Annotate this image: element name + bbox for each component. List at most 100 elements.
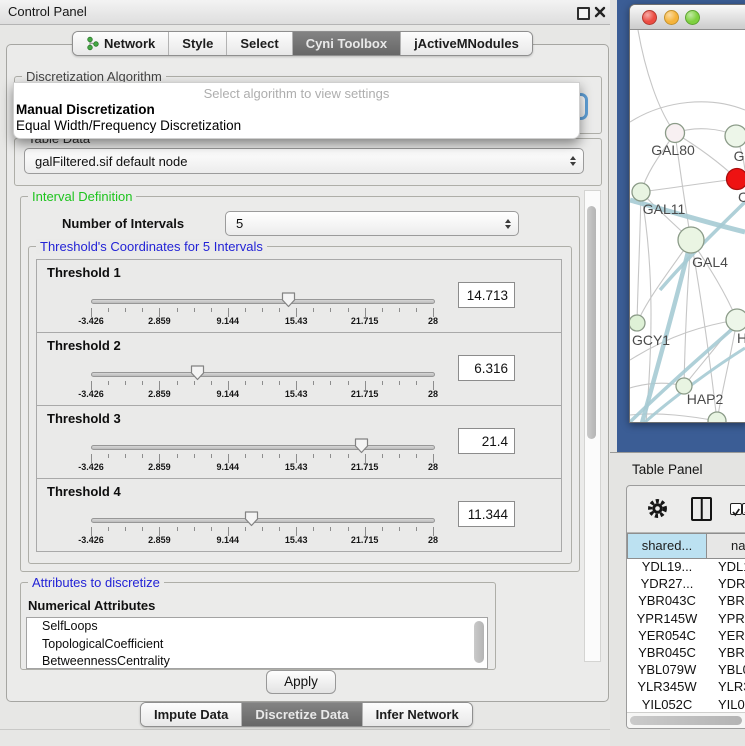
slider-thumb[interactable] [354,437,369,459]
network-node[interactable] [726,309,745,331]
table-cell[interactable]: YBL079W [627,662,707,679]
column-header-shared[interactable]: shared... [627,533,707,559]
table-cell[interactable]: YDL19 [707,559,745,576]
table-panel-window: shared...name YDL19...YDL19YDR27...YDR27… [626,485,745,729]
table-cell[interactable]: YBR04 [707,645,745,662]
table-data-combobox[interactable]: galFiltered.sif default node [24,148,584,174]
close-icon[interactable] [594,6,606,18]
tab-label: Style [182,36,213,51]
tab-label: Cyni Toolbox [306,36,387,51]
slider-tick-labels: -3.4262.8599.14415.4321.71528 [91,462,433,473]
network-node[interactable] [708,412,726,422]
bottom-divider [0,729,610,730]
slider-track[interactable] [91,299,435,304]
num-intervals-combobox[interactable]: 5 [225,211,519,236]
combo-arrows-icon [570,156,576,166]
zoom-traffic-light-icon[interactable] [685,10,700,25]
tab-network[interactable]: Network [73,32,169,55]
table-row[interactable]: YBL079WYBL07 [627,662,745,679]
table-row[interactable]: YER054CYER05 [627,628,745,645]
algorithm-dropdown-popup: Select algorithm to view settings Manual… [13,82,580,139]
attribute-item[interactable]: TopologicalCoefficient [27,636,487,654]
tab-jactivemnodules[interactable]: jActiveMNodules [401,32,532,55]
network-canvas[interactable]: GAL80G.CGAL11GAL4GCY1HHAP2 [630,30,745,422]
column-header-name[interactable]: name [707,533,745,559]
network-node[interactable] [725,125,745,147]
table-cell[interactable]: YBR04 [707,593,745,610]
table-cell[interactable]: YBR045C [627,645,707,662]
table-hscrollbar-thumb[interactable] [630,716,742,725]
attribute-item[interactable]: BetweennessCentrality [27,653,487,669]
tab-select[interactable]: Select [227,32,292,55]
table-cell[interactable]: YDL19... [627,559,707,576]
network-node[interactable] [632,183,650,201]
dropdown-item[interactable]: Equal Width/Frequency Discretization [16,118,241,133]
node-label: GAL80 [651,142,695,158]
interval-definition-title: Interval Definition [28,189,136,204]
threshold-label: Threshold 1 [47,265,121,280]
slider-thumb[interactable] [190,364,205,386]
slider-thumb[interactable] [244,510,259,532]
panel-scrollbar-thumb[interactable] [587,206,596,439]
threshold-panel: Threshold 4-3.4262.8599.14415.4321.71528… [36,478,562,552]
network-node[interactable] [678,227,704,253]
slider-thumb[interactable] [281,291,296,313]
table-cell[interactable]: YER054C [627,628,707,645]
table-row[interactable]: YDR27...YDR27 [627,576,745,593]
tab-label: jActiveMNodules [414,36,519,51]
network-node[interactable] [630,315,645,331]
float-window-icon[interactable] [577,7,590,20]
table-cell[interactable]: YPR14 [707,611,745,628]
table-data-value: galFiltered.sif default node [35,154,187,169]
network-node[interactable] [666,124,685,143]
threshold-value-field[interactable]: 21.4 [458,428,515,454]
slider-track[interactable] [91,372,435,377]
threshold-value-field[interactable]: 6.316 [458,355,515,381]
table-cell[interactable]: YPR145W [627,611,707,628]
node-label: HAP2 [687,391,724,407]
panel-scrollbar[interactable] [584,190,601,662]
tab-cyni-toolbox[interactable]: Cyni Toolbox [293,32,401,55]
network-window-titlebar[interactable] [630,5,745,30]
bottom-tab-infer-network[interactable]: Infer Network [363,703,472,726]
table-row[interactable]: YBR043CYBR04 [627,593,745,610]
threshold-value-field[interactable]: 14.713 [458,282,515,308]
table-cell[interactable]: YDR27... [627,576,707,593]
table-rows: YDL19...YDL19YDR27...YDR27YBR043CYBR04YP… [627,559,745,714]
table-cell[interactable]: YLR34 [707,679,745,696]
bottom-tab-impute-data[interactable]: Impute Data [141,703,242,726]
apply-button[interactable]: Apply [266,670,336,694]
node-label: GAL11 [643,201,686,217]
bottom-tab-discretize-data[interactable]: Discretize Data [242,703,362,726]
table-cell[interactable]: YBL07 [707,662,745,679]
slider-track[interactable] [91,518,435,523]
slider-tick-labels: -3.4262.8599.14415.4321.71528 [91,316,433,327]
minimize-traffic-light-icon[interactable] [664,10,679,25]
node-label: G. [734,148,745,164]
tab-style[interactable]: Style [169,32,227,55]
close-traffic-light-icon[interactable] [642,10,657,25]
table-cell[interactable]: YBR043C [627,593,707,610]
table-hscrollbar[interactable] [627,712,745,728]
table-cell[interactable]: YLR345W [627,679,707,696]
split-columns-icon[interactable] [691,497,712,521]
control-panel-titlebar: Control Panel [0,0,610,25]
slider-track[interactable] [91,445,435,450]
bottom-tab-bar: Impute DataDiscretize DataInfer Network [140,702,473,727]
table-cell[interactable]: YDR27 [707,576,745,593]
dropdown-item[interactable]: Manual Discretization [16,102,155,117]
list-scrollbar-thumb[interactable] [474,621,484,663]
table-cell[interactable]: YER05 [707,628,745,645]
checkbox-checked-icon[interactable] [730,503,742,515]
table-row[interactable]: YPR145WYPR14 [627,611,745,628]
network-graph: GAL80G.CGAL11GAL4GCY1HHAP2 [630,30,745,422]
network-view-window: GAL80G.CGAL11GAL4GCY1HHAP2 [629,4,745,423]
table-row[interactable]: YBR045CYBR04 [627,645,745,662]
table-row[interactable]: YLR345WYLR34 [627,679,745,696]
threshold-value-field[interactable]: 11.344 [458,501,515,527]
numerical-attributes-list[interactable]: SelfLoopsTopologicalCoefficientBetweenne… [26,617,488,669]
gear-icon[interactable] [647,498,668,519]
attribute-item[interactable]: SelfLoops [27,618,487,636]
network-node[interactable] [727,169,745,190]
table-row[interactable]: YDL19...YDL19 [627,559,745,576]
